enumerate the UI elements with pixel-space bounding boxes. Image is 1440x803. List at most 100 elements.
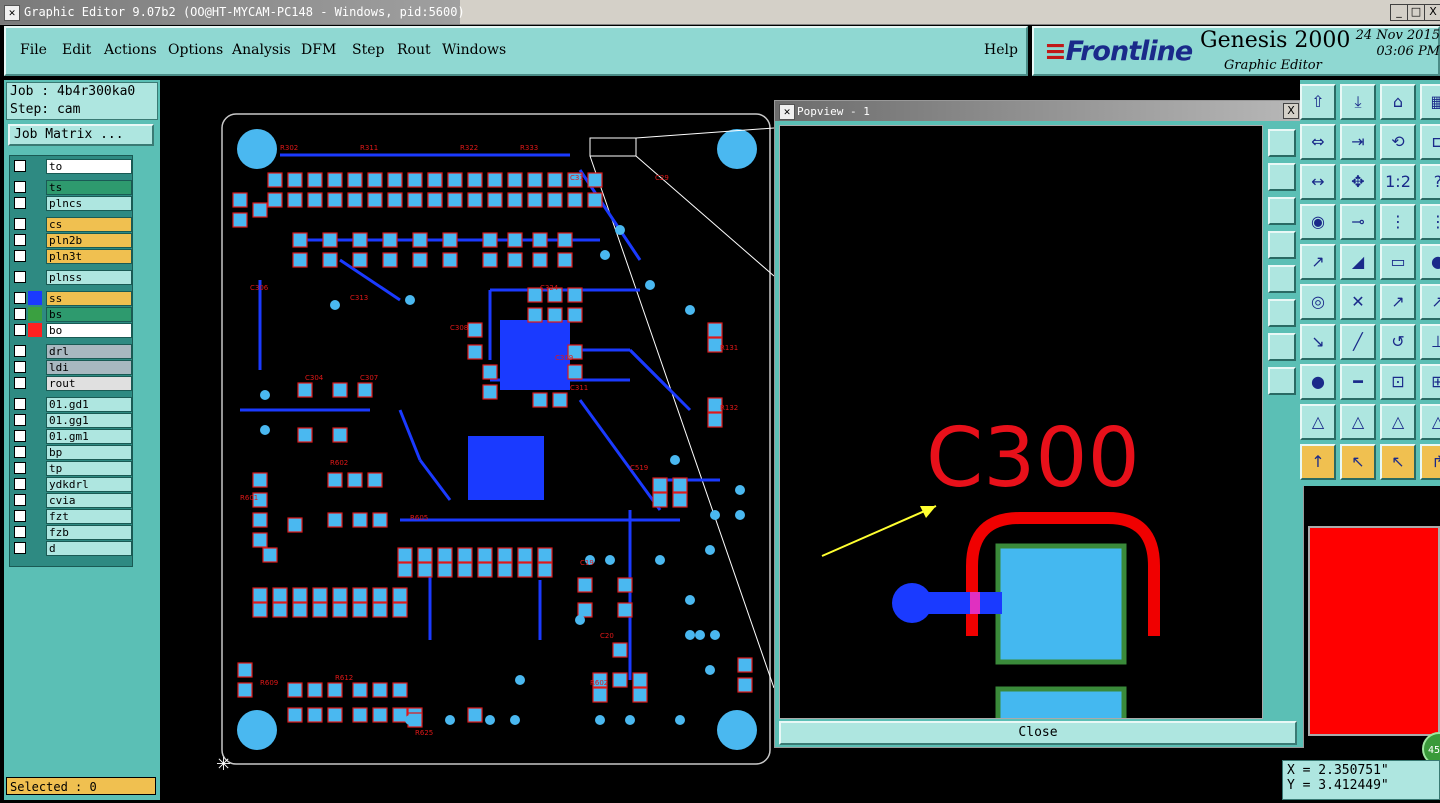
- tool-button-icon[interactable]: △: [1340, 404, 1376, 440]
- layer-color-swatch[interactable]: [28, 397, 42, 411]
- layer-color-swatch[interactable]: [28, 307, 42, 321]
- menu-dfm[interactable]: DFM: [301, 42, 336, 58]
- layer-name[interactable]: pln3t: [46, 249, 132, 264]
- tool-button-icon[interactable]: ↖: [1340, 444, 1376, 480]
- tool-button-icon[interactable]: ▭: [1380, 244, 1416, 280]
- layer-color-swatch[interactable]: [28, 477, 42, 491]
- layer-row[interactable]: tp: [12, 461, 132, 476]
- menu-windows[interactable]: Windows: [442, 42, 506, 58]
- layer-name[interactable]: rout: [46, 376, 132, 391]
- layer-row[interactable]: ts: [12, 180, 132, 195]
- layer-color-swatch[interactable]: [28, 413, 42, 427]
- layer-checkbox[interactable]: [14, 324, 26, 336]
- layer-checkbox[interactable]: [14, 446, 26, 458]
- tool-button-icon[interactable]: ⇧: [1300, 84, 1336, 120]
- tool-button-icon[interactable]: ↘: [1300, 324, 1336, 360]
- layer-color-swatch[interactable]: [28, 376, 42, 390]
- layer-color-swatch[interactable]: [28, 525, 42, 539]
- layer-name[interactable]: 01.gg1: [46, 413, 132, 428]
- menu-edit[interactable]: Edit: [62, 42, 91, 58]
- layer-color-swatch[interactable]: [28, 233, 42, 247]
- layer-row[interactable]: 01.gg1: [12, 413, 132, 428]
- popview-tool-button[interactable]: [1268, 163, 1296, 191]
- tool-button-icon[interactable]: △: [1420, 404, 1440, 440]
- popview-tool-button[interactable]: [1268, 333, 1296, 361]
- tool-button-icon[interactable]: ⊏: [1420, 124, 1440, 160]
- layer-checkbox[interactable]: [14, 462, 26, 474]
- layer-color-swatch[interactable]: [28, 180, 42, 194]
- app-icon[interactable]: ✕: [4, 5, 20, 21]
- tool-button-icon[interactable]: ?: [1420, 164, 1440, 200]
- layer-row[interactable]: d: [12, 541, 132, 556]
- layer-color-swatch[interactable]: [28, 509, 42, 523]
- popview-close-button[interactable]: Close: [779, 721, 1297, 745]
- layer-row[interactable]: fzt: [12, 509, 132, 524]
- menu-rout[interactable]: Rout: [397, 42, 431, 58]
- layer-name[interactable]: fzb: [46, 525, 132, 540]
- layer-name[interactable]: cs: [46, 217, 132, 232]
- layer-checkbox[interactable]: [14, 218, 26, 230]
- tool-button-icon[interactable]: ↗: [1300, 244, 1336, 280]
- layer-color-swatch[interactable]: [28, 344, 42, 358]
- layer-checkbox[interactable]: [14, 234, 26, 246]
- layer-row[interactable]: bp: [12, 445, 132, 460]
- tool-button-icon[interactable]: ⊸: [1340, 204, 1376, 240]
- layer-name[interactable]: bo: [46, 323, 132, 338]
- layer-row[interactable]: bs: [12, 307, 132, 322]
- menu-actions[interactable]: Actions: [104, 42, 157, 58]
- layer-name[interactable]: drl: [46, 344, 132, 359]
- layer-checkbox[interactable]: [14, 271, 26, 283]
- layer-checkbox[interactable]: [14, 398, 26, 410]
- popview-tool-button[interactable]: [1268, 197, 1296, 225]
- layer-color-swatch[interactable]: [28, 249, 42, 263]
- tool-button-icon[interactable]: ⊡: [1380, 364, 1416, 400]
- popview-tool-button[interactable]: [1268, 299, 1296, 327]
- tool-button-icon[interactable]: ↖: [1380, 444, 1416, 480]
- layer-checkbox[interactable]: [14, 160, 26, 172]
- layer-row[interactable]: to: [12, 159, 132, 174]
- layer-row[interactable]: ss: [12, 291, 132, 306]
- maximize-button[interactable]: □: [1407, 4, 1425, 21]
- layer-color-swatch[interactable]: [28, 196, 42, 210]
- layer-checkbox[interactable]: [14, 494, 26, 506]
- layer-name[interactable]: to: [46, 159, 132, 174]
- tool-button-icon[interactable]: ↗: [1420, 284, 1440, 320]
- layer-name[interactable]: plnss: [46, 270, 132, 285]
- tool-button-icon[interactable]: ↑: [1300, 444, 1336, 480]
- menu-options[interactable]: Options: [168, 42, 223, 58]
- tool-button-icon[interactable]: ⇥: [1340, 124, 1376, 160]
- layer-checkbox[interactable]: [14, 181, 26, 193]
- tool-button-icon[interactable]: ╱: [1340, 324, 1376, 360]
- popview-canvas[interactable]: C300: [779, 125, 1263, 719]
- layer-name[interactable]: 01.gd1: [46, 397, 132, 412]
- layer-color-swatch[interactable]: [28, 493, 42, 507]
- layer-color-swatch[interactable]: [28, 159, 42, 173]
- layer-row[interactable]: fzb: [12, 525, 132, 540]
- layer-checkbox[interactable]: [14, 377, 26, 389]
- popview-tool-button[interactable]: [1268, 231, 1296, 259]
- tool-button-icon[interactable]: ✕: [1340, 284, 1376, 320]
- layer-name[interactable]: 01.gm1: [46, 429, 132, 444]
- layer-row[interactable]: bo: [12, 323, 132, 338]
- layer-name[interactable]: ts: [46, 180, 132, 195]
- layer-name[interactable]: plncs: [46, 196, 132, 211]
- job-matrix-button[interactable]: Job Matrix ...: [8, 124, 154, 146]
- layer-checkbox[interactable]: [14, 345, 26, 357]
- layer-checkbox[interactable]: [14, 510, 26, 522]
- layer-name[interactable]: ss: [46, 291, 132, 306]
- layer-row[interactable]: cvia: [12, 493, 132, 508]
- tool-button-icon[interactable]: 1:2: [1380, 164, 1416, 200]
- layer-checkbox[interactable]: [14, 197, 26, 209]
- close-button[interactable]: X: [1424, 4, 1440, 21]
- layer-name[interactable]: cvia: [46, 493, 132, 508]
- layer-name[interactable]: pln2b: [46, 233, 132, 248]
- popview-tool-button[interactable]: [1268, 367, 1296, 395]
- layer-row[interactable]: plnss: [12, 270, 132, 285]
- tool-button-icon[interactable]: ↱: [1420, 444, 1440, 480]
- tool-button-icon[interactable]: △: [1300, 404, 1336, 440]
- layer-name[interactable]: fzt: [46, 509, 132, 524]
- layer-row[interactable]: pln3t: [12, 249, 132, 264]
- popview-close-icon[interactable]: X: [1283, 103, 1299, 119]
- layer-checkbox[interactable]: [14, 542, 26, 554]
- layer-row[interactable]: cs: [12, 217, 132, 232]
